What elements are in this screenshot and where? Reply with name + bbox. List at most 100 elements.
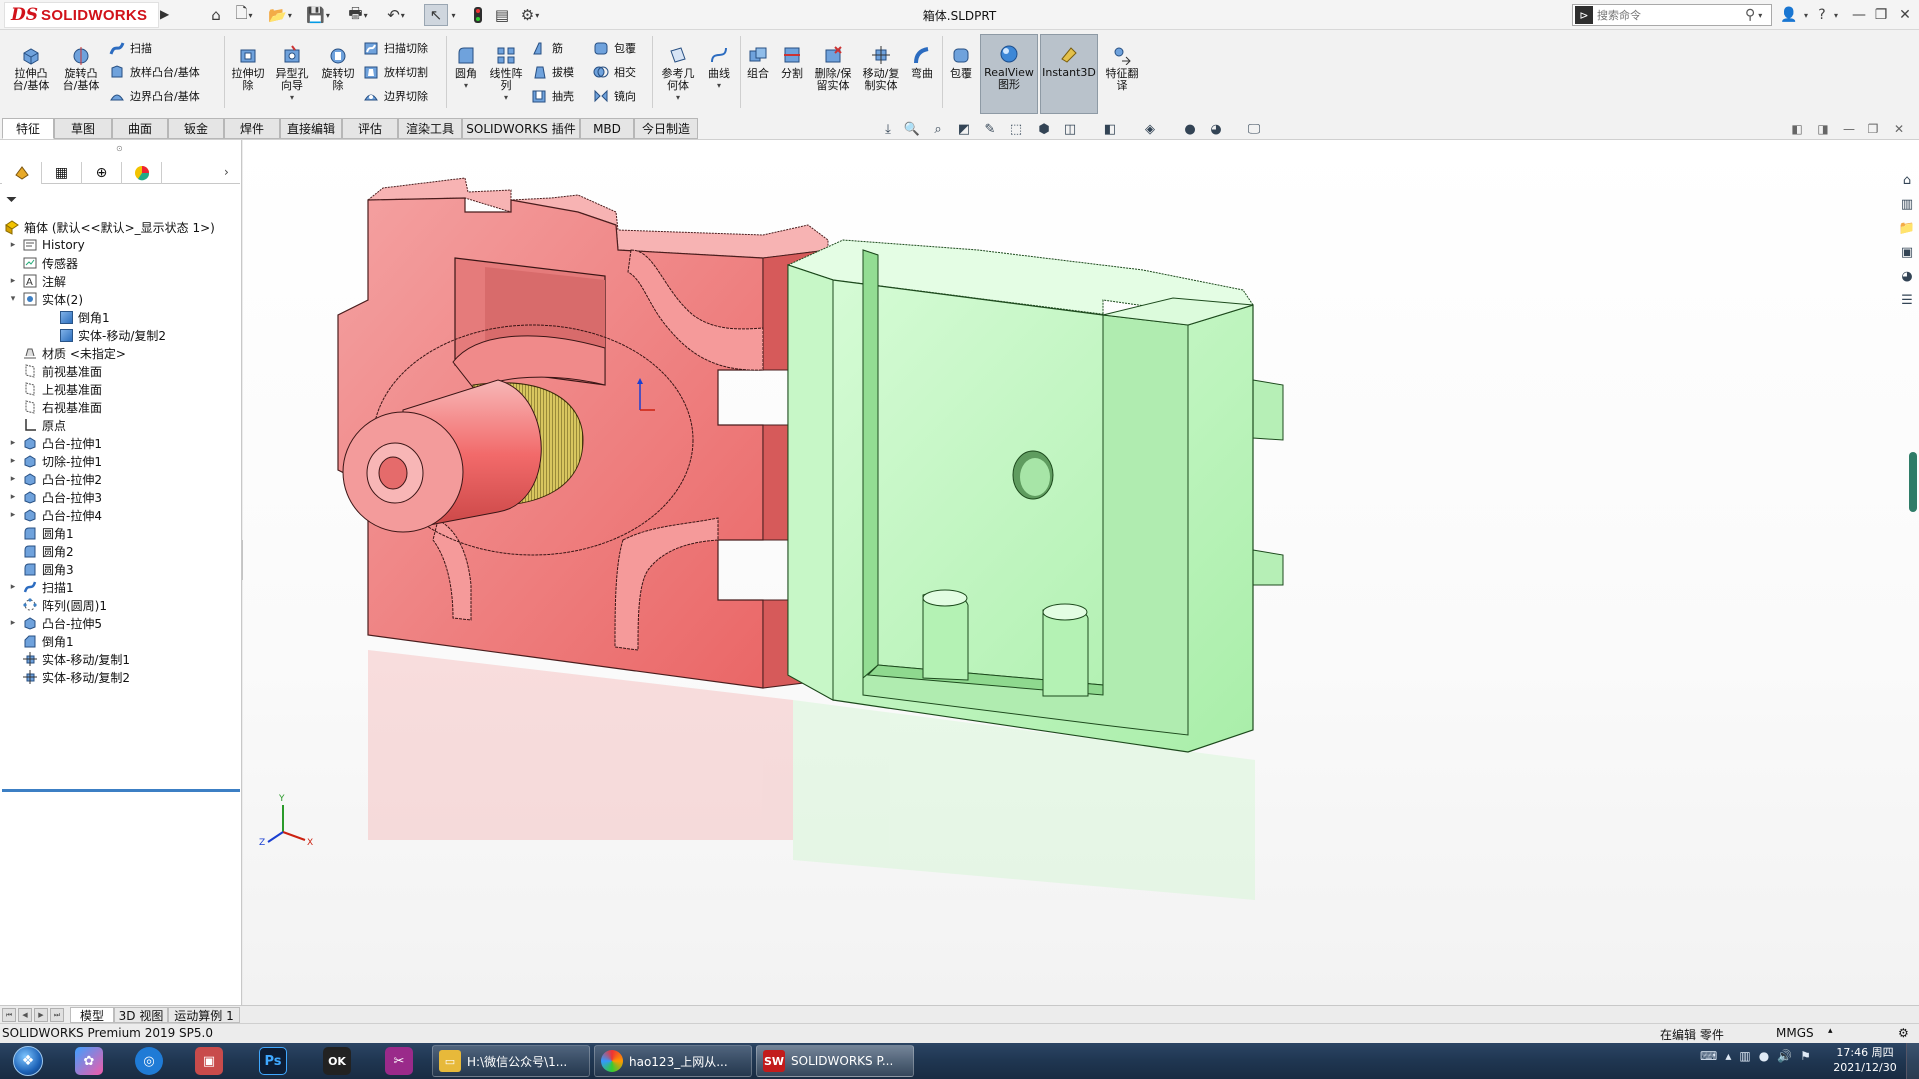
tab-direct-editing[interactable]: 直接编辑: [280, 118, 342, 139]
tree-item[interactable]: 倒角1: [8, 632, 74, 650]
zoom-to-area-icon[interactable]: 🔍: [902, 120, 922, 138]
viewport-restore-icon[interactable]: ❐: [1864, 120, 1882, 138]
tree-item[interactable]: 实体-移动/复制2: [8, 668, 130, 686]
tab-sheet-metal[interactable]: 钣金: [168, 118, 224, 139]
tree-root[interactable]: 箱体 (默认<<默认>_显示状态 1>): [4, 218, 215, 236]
tab-model[interactable]: 模型: [70, 1007, 114, 1023]
help-icon[interactable]: ?: [1814, 5, 1830, 25]
realview-graphics-button[interactable]: RealView 图形: [980, 34, 1038, 114]
taskbar-task-solidworks[interactable]: SW SOLIDWORKS P...: [756, 1045, 914, 1077]
restore-window-icon[interactable]: ❐: [1870, 5, 1892, 25]
user-dropdown-icon[interactable]: ▾: [1800, 5, 1812, 25]
swept-cut-button[interactable]: 扫描切除: [362, 38, 428, 58]
tab-mbd[interactable]: MBD: [580, 118, 634, 139]
revolve-boss-button[interactable]: 旋转凸 台/基体: [56, 44, 106, 114]
file-properties-icon[interactable]: ▤: [490, 4, 514, 26]
feature-manager-tab-icon[interactable]: [2, 162, 42, 184]
expand-arrow-icon[interactable]: ▸: [8, 582, 18, 592]
intersect-button[interactable]: 相交: [592, 62, 636, 82]
boundary-cut-button[interactable]: 边界切除: [362, 86, 428, 106]
expand-arrow-icon[interactable]: ▸: [8, 510, 18, 520]
search-input[interactable]: [1593, 6, 1743, 24]
display-manager-tab-icon[interactable]: [122, 162, 162, 184]
show-hidden-icons-icon[interactable]: ▴: [1725, 1049, 1731, 1063]
tab-motion-study[interactable]: 运动算例 1: [168, 1007, 240, 1023]
tree-item[interactable]: 倒角1: [44, 308, 110, 326]
shell-button[interactable]: 抽壳: [530, 86, 574, 106]
photos-app-icon[interactable]: ✿: [62, 1045, 116, 1077]
tools-app-icon[interactable]: ✂: [372, 1045, 426, 1077]
graphics-area[interactable]: Y X Z ⌂ ▥ 📁 ▣ ◕ ☰: [243, 140, 1919, 1005]
split-button[interactable]: 分割: [776, 44, 808, 114]
tree-item[interactable]: 材质 <未指定>: [8, 344, 126, 362]
minimize-window-icon[interactable]: —: [1848, 5, 1870, 25]
previous-view-icon[interactable]: ⌕: [928, 120, 948, 138]
panel-collapse-handle[interactable]: ⊙: [116, 144, 123, 153]
start-button[interactable]: ❖: [4, 1044, 52, 1078]
curves-button[interactable]: 曲线 ▾: [702, 44, 736, 114]
expand-arrow-icon[interactable]: ▸: [8, 492, 18, 502]
tree-item[interactable]: 圆角3: [8, 560, 74, 578]
network-icon[interactable]: ▥: [1739, 1049, 1750, 1063]
media-app-icon[interactable]: ▣: [182, 1045, 236, 1077]
tree-item[interactable]: ▸ History: [8, 236, 85, 254]
open-folder-icon[interactable]: 📂 ▾: [268, 4, 292, 26]
view-orientation-icon[interactable]: ⬚: [1006, 120, 1026, 138]
view-settings-icon[interactable]: ●: [1180, 120, 1200, 138]
rebuild-traffic-light-icon[interactable]: [466, 4, 490, 26]
extrude-cut-button[interactable]: 拉伸切 除: [228, 44, 268, 114]
tree-item[interactable]: 上视基准面: [8, 380, 102, 398]
notification-flag-icon[interactable]: ⚑: [1800, 1049, 1811, 1063]
tab-surfaces[interactable]: 曲面: [112, 118, 168, 139]
hole-wizard-dropdown-icon[interactable]: ▾: [290, 92, 294, 104]
viewport-tile-right-icon[interactable]: ◨: [1814, 120, 1832, 138]
panel-expand-arrow-icon[interactable]: ›: [224, 165, 229, 179]
rib-button[interactable]: 筋: [530, 38, 563, 58]
file-explorer-icon[interactable]: 📁: [1897, 218, 1917, 238]
keyboard-icon[interactable]: ⌨: [1700, 1049, 1717, 1063]
dynamic-annotation-icon[interactable]: ✎: [980, 120, 1000, 138]
prev-tab-nav-icon[interactable]: ◀: [18, 1008, 32, 1022]
tab-evaluate[interactable]: 评估: [342, 118, 398, 139]
solidworks-logo[interactable]: DS SOLIDWORKS: [4, 2, 159, 28]
viewport-close-icon[interactable]: ✕: [1890, 120, 1908, 138]
reference-geometry-button[interactable]: 参考几 何体 ▾: [656, 44, 700, 114]
menu-flyout-arrow-icon[interactable]: ▶: [160, 7, 170, 23]
wrap2-button[interactable]: 包覆: [944, 44, 978, 114]
tree-item[interactable]: 圆角1: [8, 524, 74, 542]
home-icon[interactable]: ⌂: [204, 4, 228, 26]
edit-appearance-icon[interactable]: ◧: [1100, 120, 1120, 138]
move-copy-body-button[interactable]: 移动/复 制实体: [858, 44, 904, 114]
undo-icon[interactable]: ↶ ▾: [384, 4, 408, 26]
rollback-bar[interactable]: [2, 789, 240, 792]
unit-system[interactable]: MMGS: [1776, 1026, 1814, 1040]
expand-arrow-icon[interactable]: ▸: [8, 438, 18, 448]
expand-arrow-icon[interactable]: ▾: [8, 294, 18, 304]
ok-app-icon[interactable]: OK: [310, 1045, 364, 1077]
loft-boss-button[interactable]: 放样凸台/基体: [108, 62, 200, 82]
tree-item[interactable]: 实体-移动/复制2: [44, 326, 166, 344]
tree-item[interactable]: 实体-移动/复制1: [8, 650, 130, 668]
tree-item[interactable]: 圆角2: [8, 542, 74, 560]
system-clock[interactable]: 17:46 周四 2021/12/30: [1830, 1045, 1900, 1075]
tab-weldments[interactable]: 焊件: [224, 118, 280, 139]
apply-scene-icon[interactable]: ◈: [1140, 120, 1160, 138]
task-pane-scroll-handle[interactable]: [1909, 452, 1917, 512]
app-tray-icon[interactable]: ●: [1759, 1049, 1769, 1063]
select-pointer-icon[interactable]: ↖: [424, 4, 448, 26]
tree-item[interactable]: 前视基准面: [8, 362, 102, 380]
configuration-manager-tab-icon[interactable]: ⊕: [82, 162, 122, 184]
hole-wizard-button[interactable]: 异型孔 向导 ▾: [270, 44, 314, 114]
linear-pattern-dropdown-icon[interactable]: ▾: [504, 92, 508, 104]
appearances-icon[interactable]: ◕: [1897, 266, 1917, 286]
tree-item[interactable]: ▸ 凸台-拉伸1: [8, 434, 102, 452]
tab-features[interactable]: 特征: [2, 118, 54, 139]
close-window-icon[interactable]: ✕: [1894, 5, 1916, 25]
customize-status-icon[interactable]: ⚙: [1898, 1026, 1909, 1040]
tree-item[interactable]: ▸ 切除-拉伸1: [8, 452, 102, 470]
delete-keep-body-button[interactable]: 删除/保 留实体: [810, 44, 856, 114]
user-icon[interactable]: 👤: [1780, 5, 1798, 25]
last-tab-nav-icon[interactable]: ⏭: [50, 1008, 64, 1022]
expand-arrow-icon[interactable]: ▸: [8, 240, 18, 250]
tree-item[interactable]: ▸ 扫描1: [8, 578, 74, 596]
